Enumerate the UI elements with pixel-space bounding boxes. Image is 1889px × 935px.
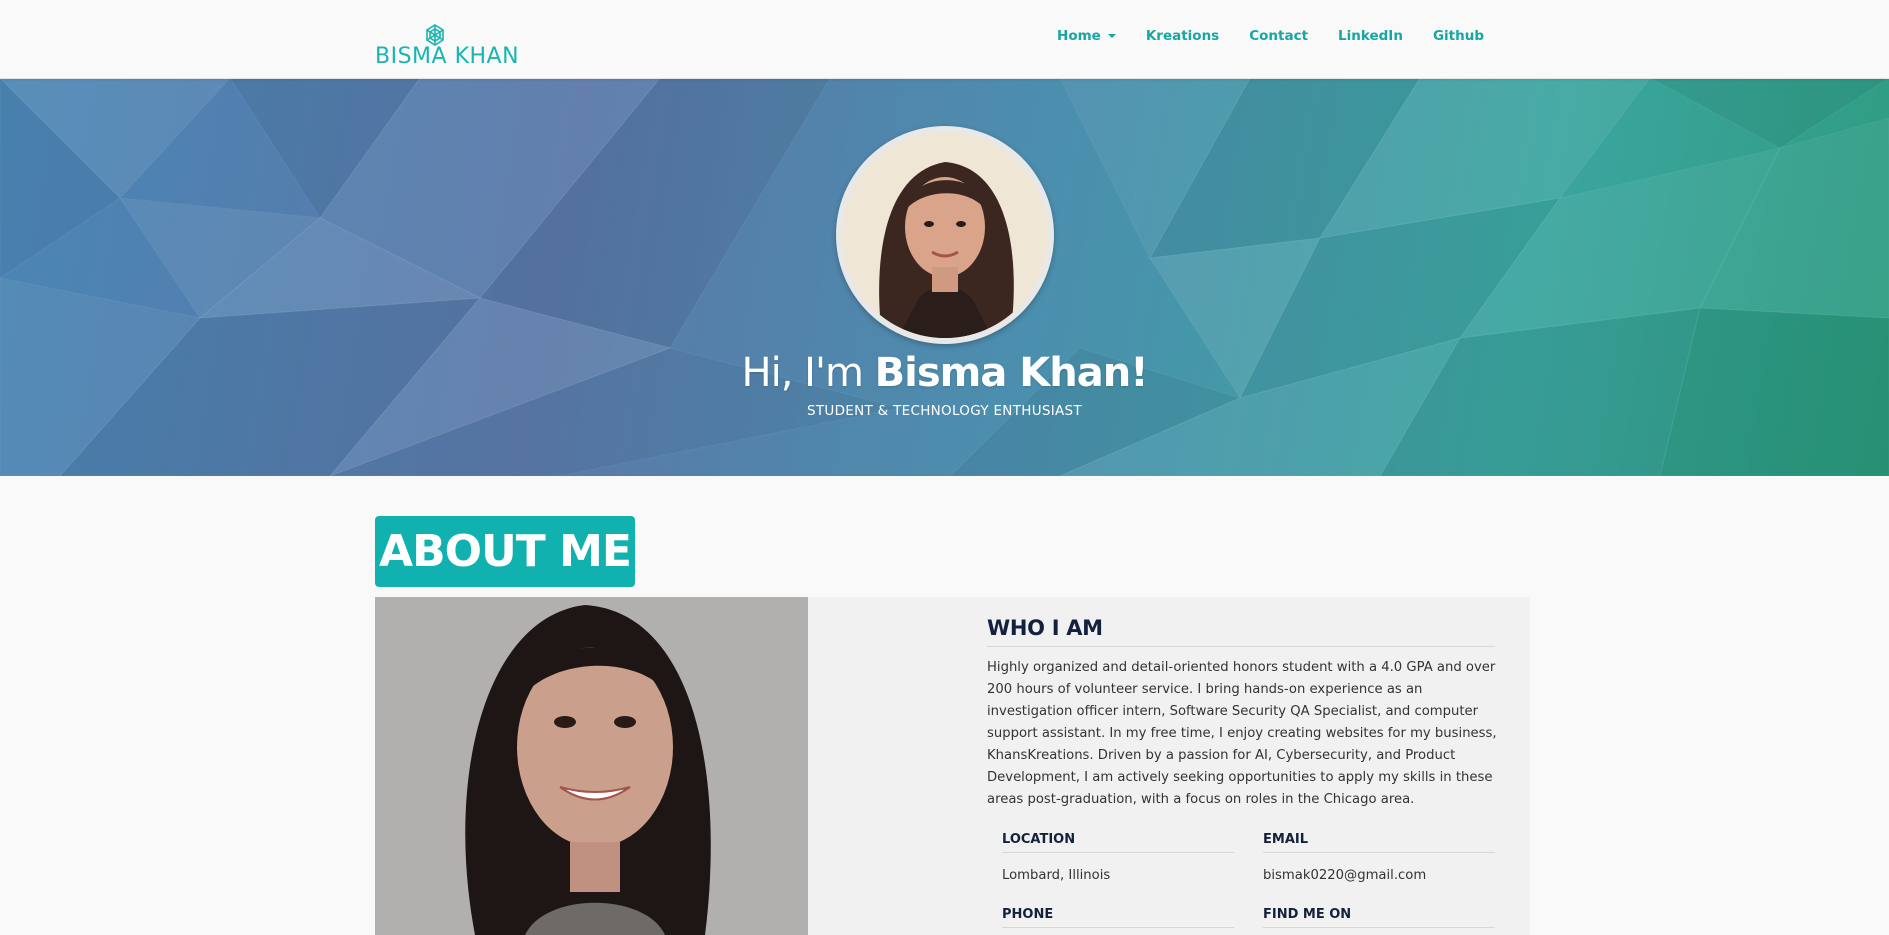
about-heading: ABOUT ME: [379, 526, 632, 577]
caret-down-icon: [1107, 34, 1116, 38]
find-me-on-label: FIND ME ON: [1263, 907, 1495, 928]
geometric-knot-icon: [426, 24, 444, 46]
location-value: Lombard, Illinois: [1002, 868, 1111, 883]
nav-linkedin[interactable]: LinkedIn: [1338, 28, 1403, 44]
hero-title: Hi, I'm Bisma Khan!: [0, 350, 1889, 396]
who-i-am-title: WHO I AM: [987, 616, 1495, 647]
nav-contact[interactable]: Contact: [1249, 28, 1308, 44]
hero-name: Bisma Khan!: [874, 350, 1149, 396]
about-portrait: [375, 597, 808, 935]
nav-home[interactable]: Home: [1057, 28, 1116, 44]
nav-kreations[interactable]: Kreations: [1146, 28, 1219, 44]
about-photo: [375, 597, 808, 935]
top-navbar: BISMA KHAN Home Kreations Contact Linked…: [0, 0, 1889, 79]
email-value[interactable]: bismak0220@gmail.com: [1263, 868, 1426, 883]
nav-github[interactable]: Github: [1433, 28, 1484, 44]
phone-label: PHONE: [1002, 907, 1234, 928]
location-label: LOCATION: [1002, 832, 1234, 853]
logo-text: BISMA KHAN: [375, 44, 520, 69]
about-heading-badge: ABOUT ME: [375, 516, 635, 587]
hero-banner: Hi, I'm Bisma Khan! STUDENT & TECHNOLOGY…: [0, 78, 1889, 476]
hero-subtitle: STUDENT & TECHNOLOGY ENTHUSIAST: [807, 403, 1082, 419]
email-label: EMAIL: [1263, 832, 1495, 853]
main-nav: Home Kreations Contact LinkedIn Github: [1027, 0, 1484, 78]
brand-logo[interactable]: BISMA KHAN: [375, 24, 519, 70]
hero-greeting: Hi, I'm: [741, 350, 864, 396]
nav-home-label: Home: [1057, 28, 1101, 44]
bio-text: Highly organized and detail-oriented hon…: [987, 660, 1497, 807]
avatar-portrait: [842, 132, 1048, 338]
profile-avatar: [836, 126, 1054, 344]
